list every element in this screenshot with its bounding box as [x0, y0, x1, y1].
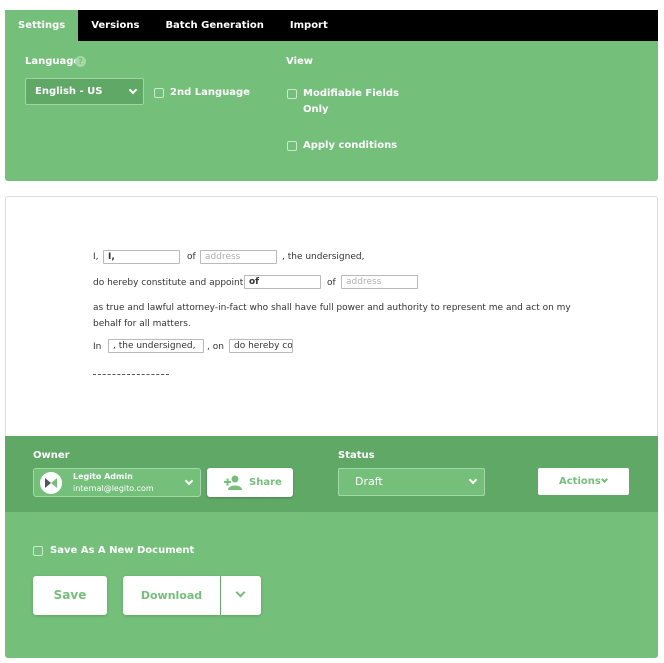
doc-text: , on	[207, 342, 224, 352]
status-value: Draft	[355, 475, 383, 488]
doc-field-address[interactable]: address	[200, 250, 277, 264]
chevron-down-icon	[184, 476, 194, 486]
owner-label: Owner	[33, 450, 70, 461]
doc-text: I,	[93, 252, 99, 262]
second-language-checkbox[interactable]	[154, 88, 164, 98]
save-button[interactable]: Save	[33, 576, 107, 615]
add-user-icon	[224, 475, 242, 490]
actions-label: Actions	[559, 476, 601, 487]
doc-text: In	[93, 342, 102, 352]
doc-field-place[interactable]: , the undersigned,	[108, 339, 204, 353]
doc-text: , the undersigned,	[282, 252, 365, 262]
doc-text: behalf for all matters.	[93, 319, 191, 329]
apply-conditions-label: Apply conditions	[303, 140, 398, 151]
apply-conditions-checkbox[interactable]	[287, 141, 297, 151]
modifiable-fields-label-line1: Modifiable Fields	[303, 88, 399, 99]
owner-name: Legito Admin	[73, 472, 133, 481]
doc-text: as true and lawful attorney-in-fact who …	[93, 303, 571, 313]
doc-text: of	[327, 278, 336, 288]
avatar	[40, 472, 62, 494]
language-select[interactable]: English - US	[25, 78, 144, 105]
download-options-button[interactable]	[221, 576, 261, 615]
tab-settings[interactable]: Settings	[5, 10, 79, 41]
owner-email: internal@legito.com	[73, 484, 154, 493]
download-button[interactable]: Download	[123, 576, 220, 615]
tab-bar: Settings Versions Batch Generation Impor…	[5, 10, 658, 41]
language-value: English - US	[35, 86, 103, 97]
doc-field-attorney[interactable]: of	[244, 275, 321, 289]
save-panel: Save As A New Document Save Download	[5, 512, 658, 658]
doc-field-name[interactable]: I,	[103, 250, 180, 264]
chevron-down-icon	[128, 85, 138, 95]
status-label: Status	[338, 450, 375, 461]
signature-line	[93, 374, 169, 375]
help-icon[interactable]: ?	[75, 56, 86, 67]
document-editor: I, I, of address , the undersigned, do h…	[5, 196, 658, 436]
second-language-label: 2nd Language	[170, 87, 250, 98]
owner-select[interactable]: Legito Admin internal@legito.com	[33, 468, 201, 497]
doc-field-address[interactable]: address	[341, 275, 418, 289]
owner-status-bar: Owner Legito Admin internal@legito.com S…	[5, 436, 658, 512]
share-button[interactable]: Share	[207, 468, 293, 497]
share-label: Share	[249, 477, 282, 488]
modifiable-fields-checkbox[interactable]	[287, 89, 297, 99]
tab-import[interactable]: Import	[277, 10, 341, 41]
actions-button[interactable]: Actions	[538, 468, 629, 495]
modifiable-fields-label-line2: Only	[303, 104, 329, 115]
doc-text: of	[187, 252, 196, 262]
save-as-new-checkbox[interactable]	[33, 546, 43, 556]
chevron-down-icon	[600, 475, 609, 484]
chevron-down-icon	[235, 587, 246, 598]
chevron-down-icon	[468, 475, 478, 485]
doc-text: do hereby constitute and appoint	[93, 278, 244, 288]
status-select[interactable]: Draft	[338, 468, 485, 496]
tab-batch-generation[interactable]: Batch Generation	[152, 10, 276, 41]
save-as-new-label: Save As A New Document	[50, 545, 195, 556]
view-label: View	[286, 56, 314, 67]
tab-versions[interactable]: Versions	[78, 10, 152, 41]
doc-field-date[interactable]: do hereby co	[229, 339, 293, 353]
settings-panel: Language ? English - US 2nd Language Vie…	[5, 41, 658, 181]
language-label: Language	[25, 56, 81, 67]
